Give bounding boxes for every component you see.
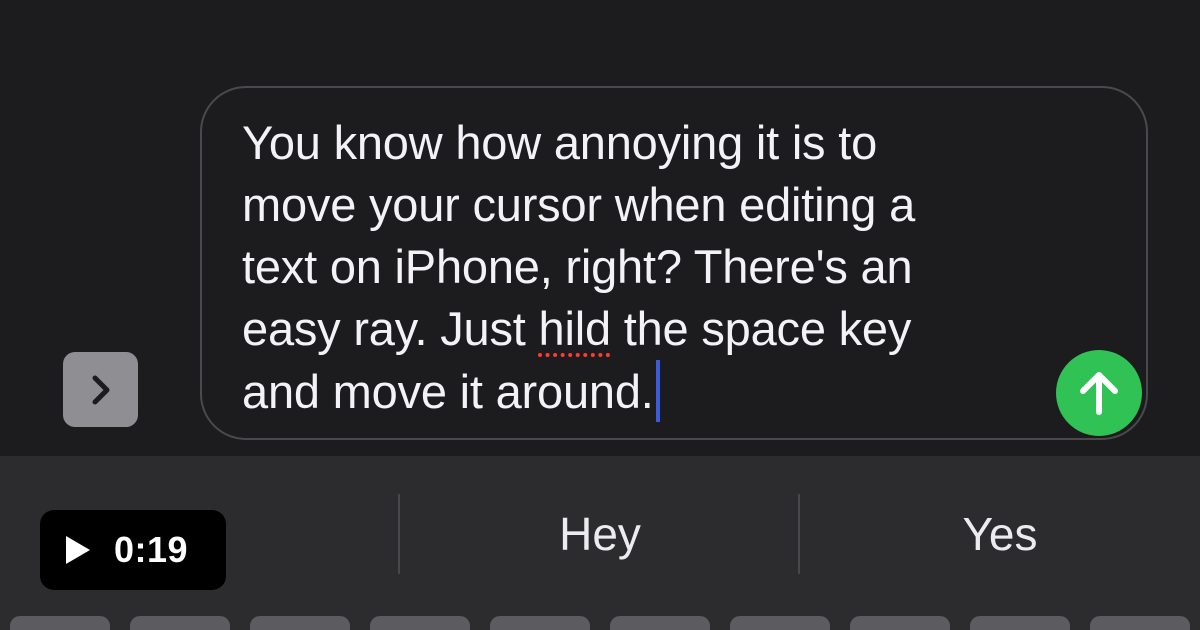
- chevron-right-icon: [92, 375, 109, 404]
- keyboard-key[interactable]: [10, 616, 110, 630]
- message-input[interactable]: You know how annoying it is to move your…: [200, 86, 1148, 440]
- suggestion-3[interactable]: Yes: [800, 494, 1200, 574]
- message-line-segment: the space key: [610, 302, 912, 355]
- keyboard-key[interactable]: [1090, 616, 1190, 630]
- keyboard-key-row: [0, 616, 1200, 630]
- keyboard-key[interactable]: [730, 616, 830, 630]
- message-line: and move it around.: [242, 365, 654, 418]
- compose-area: You know how annoying it is to move your…: [0, 0, 1200, 456]
- text-cursor: [655, 360, 660, 422]
- play-icon: [66, 536, 90, 564]
- message-line-segment: easy ray. Just: [242, 302, 539, 355]
- message-line: You know how annoying it is to: [242, 116, 878, 169]
- arrow-up-icon: [1080, 372, 1118, 415]
- keyboard-key[interactable]: [250, 616, 350, 630]
- send-button[interactable]: [1056, 350, 1142, 436]
- keyboard-key[interactable]: [490, 616, 590, 630]
- messages-screen: You know how annoying it is to move your…: [0, 0, 1200, 630]
- expand-apps-button[interactable]: [63, 352, 138, 427]
- video-play-badge[interactable]: 0:19: [40, 510, 226, 590]
- keyboard-key[interactable]: [850, 616, 950, 630]
- video-duration: 0:19: [114, 529, 189, 570]
- keyboard-key[interactable]: [370, 616, 470, 630]
- keyboard-key[interactable]: [610, 616, 710, 630]
- keyboard-key[interactable]: [130, 616, 230, 630]
- message-line: move your cursor when editing a: [242, 178, 916, 231]
- keyboard-key[interactable]: [970, 616, 1070, 630]
- suggestion-2[interactable]: Hey: [400, 494, 800, 574]
- message-text[interactable]: You know how annoying it is to move your…: [242, 112, 1042, 423]
- message-line: text on iPhone, right? There's an: [242, 240, 913, 293]
- misspelled-word[interactable]: hild: [539, 302, 612, 355]
